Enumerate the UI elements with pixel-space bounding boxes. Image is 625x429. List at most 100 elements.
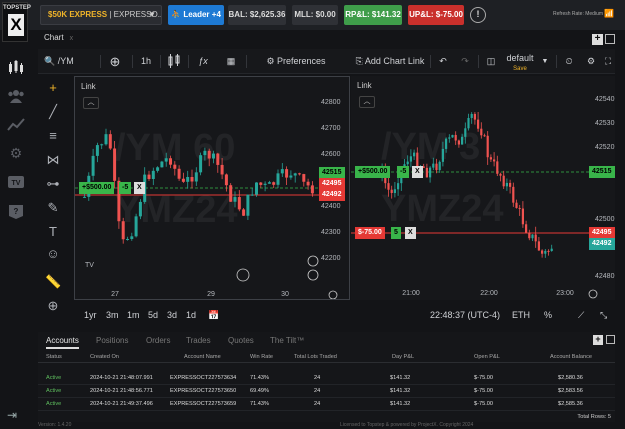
logo-mark: X — [8, 14, 24, 36]
candle-body — [83, 196, 86, 198]
tab-orders[interactable]: Orders — [146, 336, 170, 345]
projection-icon[interactable]: ⊶ — [45, 176, 61, 192]
scale-settings-icon[interactable]: ⤡ — [600, 310, 607, 321]
col-account-balance[interactable]: Account Balance — [550, 354, 592, 360]
brush-icon[interactable]: ✎ — [45, 200, 61, 216]
candle-body — [306, 181, 310, 186]
layout-chevron-icon[interactable]: ▼ — [540, 49, 550, 74]
clock-display[interactable]: 22:48:37 (UTC-4) — [430, 310, 500, 320]
session-selector[interactable]: ETH — [512, 310, 530, 320]
redo-icon[interactable]: ↷ — [458, 49, 472, 74]
range-3d[interactable]: 3d — [167, 310, 177, 320]
percent-toggle[interactable]: % — [544, 310, 552, 320]
fib-icon[interactable]: ≡ — [45, 128, 61, 144]
draw-line-icon[interactable]: ⟋ — [578, 310, 584, 321]
add-symbol-icon[interactable]: ⊕ — [106, 49, 124, 74]
split-view-icon[interactable]: ◫ — [484, 49, 498, 74]
table-row[interactable]: Active 2024-10-21 21:49:37.496 EXPRESSOC… — [38, 399, 615, 411]
tab-trades[interactable]: Trades — [186, 336, 211, 345]
add-chart-link-button[interactable]: ⎘ Add Chart Link — [344, 49, 436, 74]
trend-icon[interactable] — [6, 116, 26, 134]
tab-accounts[interactable]: Accounts — [46, 336, 79, 349]
collapse-icon[interactable]: ︿ — [359, 96, 375, 108]
candle-body — [438, 161, 441, 171]
collapse-icon[interactable]: ︿ — [83, 97, 99, 109]
order-pnl-label[interactable]: +$500.00 — [79, 182, 115, 194]
chart-pane-60m[interactable]: /YM 60 YMZ24 428004270042600425004240042… — [74, 76, 350, 300]
settings-icon[interactable]: ⚙ — [584, 49, 598, 74]
stop-pnl-label[interactable]: $-75.00 — [355, 227, 385, 239]
tradingview-icon[interactable]: TV — [6, 174, 26, 192]
layout-grid-icon[interactable]: ▦ — [222, 49, 240, 74]
candle-body — [448, 137, 451, 139]
order-pnl-label[interactable]: +$500.00 — [355, 166, 391, 178]
col-win-rate[interactable]: Win Rate — [250, 354, 273, 360]
order-close-button[interactable]: X — [412, 166, 423, 178]
chart-pane-3m[interactable]: /YM 3 YMZ24 4254042530425204251042500424… — [351, 76, 615, 300]
account-selector[interactable]: $50K EXPRESS | EXPRESSO... ▼ — [40, 5, 162, 25]
maximize-icon[interactable] — [605, 34, 615, 44]
range-1yr[interactable]: 1yr — [84, 310, 97, 320]
order-qty-label[interactable]: -5 — [119, 182, 132, 194]
goto-date-icon[interactable]: 📅 — [208, 310, 219, 321]
settings-marker — [588, 289, 598, 299]
candle-body — [393, 189, 396, 193]
tab-positions[interactable]: Positions — [96, 336, 128, 345]
gear-icon[interactable]: ⚙ — [6, 144, 26, 162]
candle-body — [454, 134, 457, 141]
range-1d[interactable]: 1d — [186, 310, 196, 320]
add-chart-link-label: Add Chart Link — [364, 56, 425, 66]
info-icon[interactable]: ! — [470, 7, 486, 23]
add-panel-icon[interactable]: + — [593, 335, 603, 345]
preferences-button[interactable]: ⚙ Preferences — [252, 49, 340, 74]
range-5d[interactable]: 5d — [148, 310, 158, 320]
crosshair-icon[interactable]: + — [45, 80, 61, 96]
logout-icon[interactable]: ⇥ — [7, 408, 17, 422]
ruler-icon[interactable]: 📏 — [45, 274, 61, 290]
candle-body — [298, 173, 301, 175]
stop-close-button[interactable]: X — [405, 227, 416, 239]
col-total-lots[interactable]: Total Lots Traded — [294, 354, 337, 360]
pattern-icon[interactable]: ⋈ — [45, 152, 61, 168]
add-tab-icon[interactable]: + — [592, 34, 603, 45]
chart-toolbar: 🔍 /YM ⊕ 1h ƒx ▦ ⚙ Preferences ⎘ Add Char… — [38, 49, 615, 74]
col-created-on[interactable]: Created On — [90, 354, 119, 360]
help-icon[interactable]: ? — [6, 204, 26, 222]
candle-body — [493, 159, 496, 162]
table-row[interactable]: Active 2024-10-21 21:48:56.771 EXPRESSOC… — [38, 386, 615, 398]
layout-selector[interactable]: default Save — [504, 49, 536, 74]
tab-the-tilt[interactable]: The Tilt™ — [270, 336, 304, 345]
trendline-icon[interactable]: ╱ — [45, 104, 61, 120]
candle-body — [441, 148, 444, 162]
candle-body — [181, 178, 185, 182]
table-row[interactable]: Active 2024-10-21 21:48:07.991 EXPRESSOC… — [38, 373, 615, 385]
candle-body — [422, 166, 425, 168]
col-status[interactable]: Status — [46, 354, 62, 360]
col-day-pnl[interactable]: Day P&L — [392, 354, 414, 360]
refresh-rate[interactable]: Refresh Rate: Medium — [553, 11, 603, 17]
candle-body — [104, 134, 108, 145]
col-open-pnl[interactable]: Open P&L — [474, 354, 500, 360]
stop-qty-label[interactable]: 5 — [391, 227, 401, 239]
tab-chart[interactable]: Chart x — [44, 33, 73, 42]
range-3m[interactable]: 3m — [106, 310, 119, 320]
undo-icon[interactable]: ↶ — [436, 49, 450, 74]
text-icon[interactable]: T — [45, 224, 61, 240]
order-close-button[interactable]: X — [134, 182, 145, 194]
order-qty-label[interactable]: -5 — [397, 166, 410, 178]
symbol-search[interactable]: 🔍 /YM — [44, 49, 76, 74]
maximize-panel-icon[interactable] — [606, 335, 615, 344]
tab-quotes[interactable]: Quotes — [228, 336, 254, 345]
candle-type-icon[interactable] — [166, 49, 182, 74]
leader-button[interactable]: ⛹ Leader +4 — [168, 5, 224, 25]
alert-clock-icon[interactable]: ⏲ — [562, 49, 576, 74]
tab-close-icon[interactable]: x — [70, 35, 74, 42]
interval-button[interactable]: 1h — [138, 49, 154, 74]
chart-icon[interactable] — [6, 60, 26, 78]
range-1m[interactable]: 1m — [127, 310, 140, 320]
col-account-name[interactable]: Account Name — [184, 354, 221, 360]
emoji-icon[interactable]: ☺ — [45, 246, 61, 262]
fullscreen-icon[interactable]: ⛶ — [602, 49, 614, 74]
indicators-icon[interactable]: ƒx — [194, 49, 212, 74]
users-icon[interactable] — [6, 88, 26, 106]
